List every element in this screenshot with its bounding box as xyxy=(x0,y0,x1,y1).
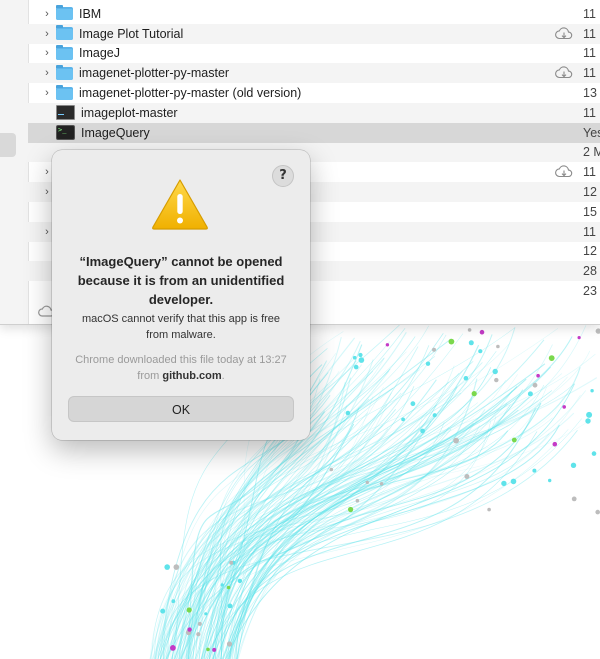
help-button[interactable]: ? xyxy=(272,165,294,187)
date-modified: Yes xyxy=(583,125,600,140)
date-modified: 11 I xyxy=(583,105,600,120)
sidebar-selection xyxy=(0,133,16,157)
file-name: IBM xyxy=(79,6,102,21)
cloud-download-icon[interactable] xyxy=(555,27,573,41)
date-modified: 11 I xyxy=(583,46,600,61)
cloud-download-icon[interactable] xyxy=(555,165,573,179)
script-file-icon xyxy=(56,105,75,121)
warning-triangle-icon xyxy=(152,179,208,230)
disclosure-chevron-icon[interactable]: › xyxy=(40,87,54,99)
date-modified: 12 xyxy=(583,185,597,200)
disclosure-chevron-icon[interactable]: › xyxy=(40,8,54,20)
folder-icon xyxy=(56,64,73,80)
alert-message: macOS cannot verify that this app is fre… xyxy=(81,313,281,341)
download-source-domain: github.com xyxy=(162,370,222,382)
alert-title: “ImageQuery” cannot be opened because it… xyxy=(77,254,285,307)
disclosure-chevron-icon[interactable]: › xyxy=(40,47,54,59)
finder-sidebar xyxy=(0,0,29,324)
date-modified: 11 I xyxy=(583,165,600,180)
folder-icon xyxy=(56,5,73,21)
date-modified: 11 I xyxy=(583,224,600,239)
file-row[interactable]: ›imageplot-master11 I xyxy=(28,102,600,123)
date-modified: 13 xyxy=(583,86,597,101)
unidentified-developer-alert: ? “ImageQuery” cannot be opened because … xyxy=(52,150,310,440)
download-source-note: Chrome downloaded this file today at 13:… xyxy=(70,352,292,384)
file-name: imageplot-master xyxy=(81,105,178,120)
file-row[interactable]: › imagenet-plotter-py-master 11 I xyxy=(28,63,600,84)
file-row[interactable]: ›ImageQueryYes xyxy=(28,122,600,143)
file-name: ImageJ xyxy=(79,46,120,61)
file-name: ImageQuery xyxy=(81,125,150,140)
terminal-app-icon xyxy=(56,125,75,141)
folder-icon xyxy=(56,44,73,60)
disclosure-chevron-icon[interactable]: › xyxy=(40,67,54,79)
disclosure-chevron-icon[interactable]: › xyxy=(40,28,54,40)
date-modified: 23 xyxy=(583,284,597,299)
file-row[interactable]: › Image Plot Tutorial 11 I xyxy=(28,23,600,44)
folder-icon xyxy=(56,84,73,100)
date-modified: 2 M xyxy=(583,145,600,160)
date-modified: 11 I xyxy=(583,6,600,21)
file-row[interactable]: › IBM 11 I xyxy=(28,4,600,24)
date-modified: 12 xyxy=(583,244,597,259)
download-note-suffix: . xyxy=(221,370,225,382)
ok-button[interactable]: OK xyxy=(68,396,294,422)
date-modified: 28 xyxy=(583,264,597,279)
date-modified: 15 xyxy=(583,204,597,219)
file-name: imagenet-plotter-py-master xyxy=(79,66,230,81)
file-name: Image Plot Tutorial xyxy=(79,26,184,41)
folder-icon xyxy=(56,25,73,41)
file-name: imagenet-plotter-py-master (old version) xyxy=(79,86,302,101)
date-modified: 11 I xyxy=(583,66,600,81)
date-modified: 11 I xyxy=(583,26,600,41)
file-row[interactable]: › ImageJ 11 I xyxy=(28,44,600,64)
file-row[interactable]: › imagenet-plotter-py-master (old version… xyxy=(28,83,600,103)
cloud-download-icon[interactable] xyxy=(555,66,573,80)
